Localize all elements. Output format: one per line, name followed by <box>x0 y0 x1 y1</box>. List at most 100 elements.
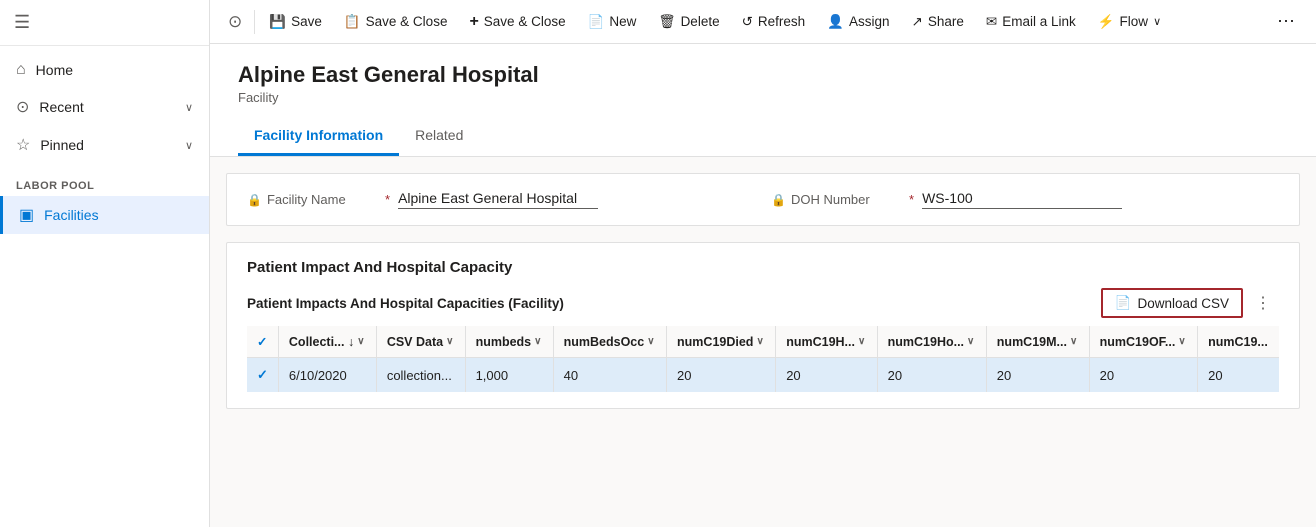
sidebar: ☰ ⌂ Home ⊙ Recent ∨ ☆ Pinned ∨ Labor Poo… <box>0 0 210 527</box>
facilities-icon: ▣ <box>19 205 34 225</box>
col-numC19OF-header[interactable]: numC19OF... ∨ <box>1089 326 1197 358</box>
row-numC19H: 20 <box>776 358 877 393</box>
row-numC19M: 20 <box>986 358 1089 393</box>
new-button[interactable]: + Save & Close <box>459 7 575 37</box>
email-icon: ✉ <box>986 14 997 30</box>
hamburger-menu[interactable]: ☰ <box>0 0 209 46</box>
chevron-down-icon: ∨ <box>647 336 654 347</box>
patient-impact-section: Patient Impact And Hospital Capacity Pat… <box>226 242 1300 409</box>
delete-icon: 🗑 <box>658 14 675 30</box>
patient-section-more-button[interactable]: ⋮ <box>1247 289 1279 317</box>
doh-number-label: 🔒 DOH Number <box>771 192 901 207</box>
chevron-down-icon: ∨ <box>534 336 541 347</box>
flow-chevron-icon: ∨ <box>1153 15 1161 28</box>
sidebar-item-facilities[interactable]: ▣ Facilities <box>0 196 209 234</box>
sidebar-item-recent[interactable]: ⊙ Recent ∨ <box>0 88 209 126</box>
chevron-down-icon: ∨ <box>858 336 865 347</box>
col-numbeds-header[interactable]: numbeds ∨ <box>465 326 553 358</box>
row-numbeds: 1,000 <box>465 358 553 393</box>
refresh-icon: ↺ <box>742 14 753 30</box>
table-body: ✓ 6/10/2020 collection... 1,000 40 20 20… <box>247 358 1279 393</box>
facility-name-label: 🔒 Facility Name <box>247 192 377 207</box>
share-button[interactable]: ↗ Share <box>902 8 974 36</box>
sidebar-item-home[interactable]: ⌂ Home <box>0 52 209 88</box>
patient-section-subtitle: Patient Impacts And Hospital Capacities … <box>247 296 564 311</box>
row-check-icon: ✓ <box>257 367 268 382</box>
doh-number-value[interactable]: WS-100 <box>922 190 1122 209</box>
flow-button[interactable]: ⚡ Flow ∨ <box>1088 8 1171 36</box>
sidebar-nav: ⌂ Home ⊙ Recent ∨ ☆ Pinned ∨ <box>0 46 209 170</box>
hamburger-icon: ☰ <box>14 12 30 32</box>
refresh-button[interactable]: ↺ Refresh <box>732 8 816 36</box>
email-link-button[interactable]: ✉ Email a Link <box>976 8 1086 36</box>
save-close-icon: 📋 <box>344 14 361 30</box>
row-numC19OF: 20 <box>1089 358 1197 393</box>
table-header-row: ✓ Collecti... ↓ ∨ CSV Data <box>247 326 1279 358</box>
history-icon: ⊙ <box>228 12 242 32</box>
chevron-down-icon: ∨ <box>967 336 974 347</box>
more-vertical-icon: ⋮ <box>1255 295 1271 312</box>
doh-number-required: * <box>909 192 914 207</box>
sidebar-item-label: Pinned <box>40 137 84 153</box>
facility-name-required: * <box>385 192 390 207</box>
save-icon: 💾 <box>269 14 286 30</box>
facility-name-value[interactable]: Alpine East General Hospital <box>398 190 598 209</box>
facility-form-section: 🔒 Facility Name * Alpine East General Ho… <box>226 173 1300 226</box>
col-numC19last-header[interactable]: numC19... <box>1198 326 1279 358</box>
patient-section-title: Patient Impact And Hospital Capacity <box>247 259 1279 276</box>
row-numC19last: 20 <box>1198 358 1279 393</box>
pin-icon: ☆ <box>16 135 30 155</box>
recent-icon: ⊙ <box>16 97 29 117</box>
main-area: ⊙ 💾 Save 📋 Save & Close + Save & Close 📄… <box>210 0 1316 527</box>
chevron-down-icon: ∨ <box>185 139 193 152</box>
col-check-header[interactable]: ✓ <box>247 326 278 358</box>
history-button[interactable]: ⊙ <box>220 6 250 38</box>
download-csv-button[interactable]: 📄 Download CSV <box>1101 288 1243 318</box>
tab-related[interactable]: Related <box>399 117 479 156</box>
col-numC19Died-header[interactable]: numC19Died ∨ <box>667 326 776 358</box>
record-subtitle: Facility <box>238 90 1288 105</box>
lock-icon: 🔒 <box>247 193 262 207</box>
save-close-button[interactable]: 📋 Save & Close <box>334 8 458 36</box>
save-button[interactable]: 💾 Save <box>259 8 332 36</box>
col-csvdata-header[interactable]: CSV Data ∨ <box>376 326 465 358</box>
chevron-down-icon: ∨ <box>1178 336 1185 347</box>
sidebar-item-label: Facilities <box>44 207 98 223</box>
table-row[interactable]: ✓ 6/10/2020 collection... 1,000 40 20 20… <box>247 358 1279 393</box>
row-csvdata: collection... <box>376 358 465 393</box>
lock-icon: 🔒 <box>771 193 786 207</box>
sidebar-item-pinned[interactable]: ☆ Pinned ∨ <box>0 126 209 164</box>
row-numC19Ho: 20 <box>877 358 986 393</box>
facility-name-field: 🔒 Facility Name * Alpine East General Ho… <box>247 190 755 209</box>
col-collecti-header[interactable]: Collecti... ↓ ∨ <box>278 326 376 358</box>
toolbar: ⊙ 💾 Save 📋 Save & Close + Save & Close 📄… <box>210 0 1316 44</box>
share-icon: ↗ <box>912 14 923 30</box>
tab-facility-information[interactable]: Facility Information <box>238 117 399 156</box>
download-icon: 📄 <box>1115 295 1132 311</box>
assign-icon: 👤 <box>827 14 844 30</box>
sidebar-section-label: Labor Pool <box>0 170 209 196</box>
delete-button[interactable]: 🗑 Delete <box>648 8 729 36</box>
new-icon: + <box>469 13 478 31</box>
row-collecti: 6/10/2020 <box>278 358 376 393</box>
flow-icon: ⚡ <box>1098 14 1115 30</box>
table-header: ✓ Collecti... ↓ ∨ CSV Data <box>247 326 1279 358</box>
record-header: Alpine East General Hospital Facility Fa… <box>210 44 1316 157</box>
chevron-down-icon: ∨ <box>357 336 364 347</box>
assign-button[interactable]: 👤 Assign <box>817 8 899 36</box>
col-numbedsOcc-header[interactable]: numBedsOcc ∨ <box>553 326 666 358</box>
record-tabs: Facility Information Related <box>238 117 1288 156</box>
deactivate-button[interactable]: 📄 New <box>578 8 647 36</box>
home-icon: ⌂ <box>16 61 26 79</box>
form-row: 🔒 Facility Name * Alpine East General Ho… <box>247 190 1279 209</box>
sidebar-item-label: Recent <box>39 99 83 115</box>
row-numC19Died: 20 <box>667 358 776 393</box>
row-numbedsOcc: 40 <box>553 358 666 393</box>
more-options-button[interactable]: ⋯ <box>1267 5 1306 38</box>
col-numC19M-header[interactable]: numC19M... ∨ <box>986 326 1089 358</box>
col-numC19H-header[interactable]: numC19H... ∨ <box>776 326 877 358</box>
patient-table: ✓ Collecti... ↓ ∨ CSV Data <box>247 326 1279 392</box>
row-check[interactable]: ✓ <box>247 358 278 393</box>
toolbar-divider <box>254 10 255 34</box>
col-numC19Ho-header[interactable]: numC19Ho... ∨ <box>877 326 986 358</box>
